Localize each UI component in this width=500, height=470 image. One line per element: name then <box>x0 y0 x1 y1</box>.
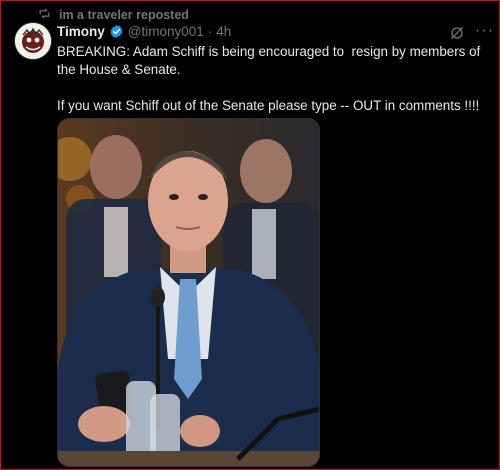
repost-text: im a traveler reposted <box>59 8 189 22</box>
repost-indicator[interactable]: im a traveler reposted <box>38 7 189 23</box>
post-timestamp[interactable]: 4h <box>216 24 231 39</box>
separator-dot: · <box>207 24 213 39</box>
author-handle[interactable]: @timony001 <box>128 24 204 39</box>
photo-illustration <box>58 119 319 466</box>
post-card[interactable]: im a traveler reposted Timony @timony001… <box>0 0 500 470</box>
more-options-icon[interactable]: ··· <box>475 22 494 40</box>
post-text-line-2: If you want Schiff out of the Senate ple… <box>57 98 480 113</box>
author-name[interactable]: Timony <box>57 24 105 39</box>
post-text: BREAKING: Adam Schiff is being encourage… <box>57 43 493 115</box>
post-header: Timony @timony001 · 4h <box>57 24 231 39</box>
avatar[interactable] <box>14 22 52 60</box>
post-text-line-1: BREAKING: Adam Schiff is being encourage… <box>57 44 484 77</box>
post-photo[interactable] <box>57 118 320 467</box>
verified-badge-icon <box>109 24 124 39</box>
repost-icon <box>38 7 59 23</box>
